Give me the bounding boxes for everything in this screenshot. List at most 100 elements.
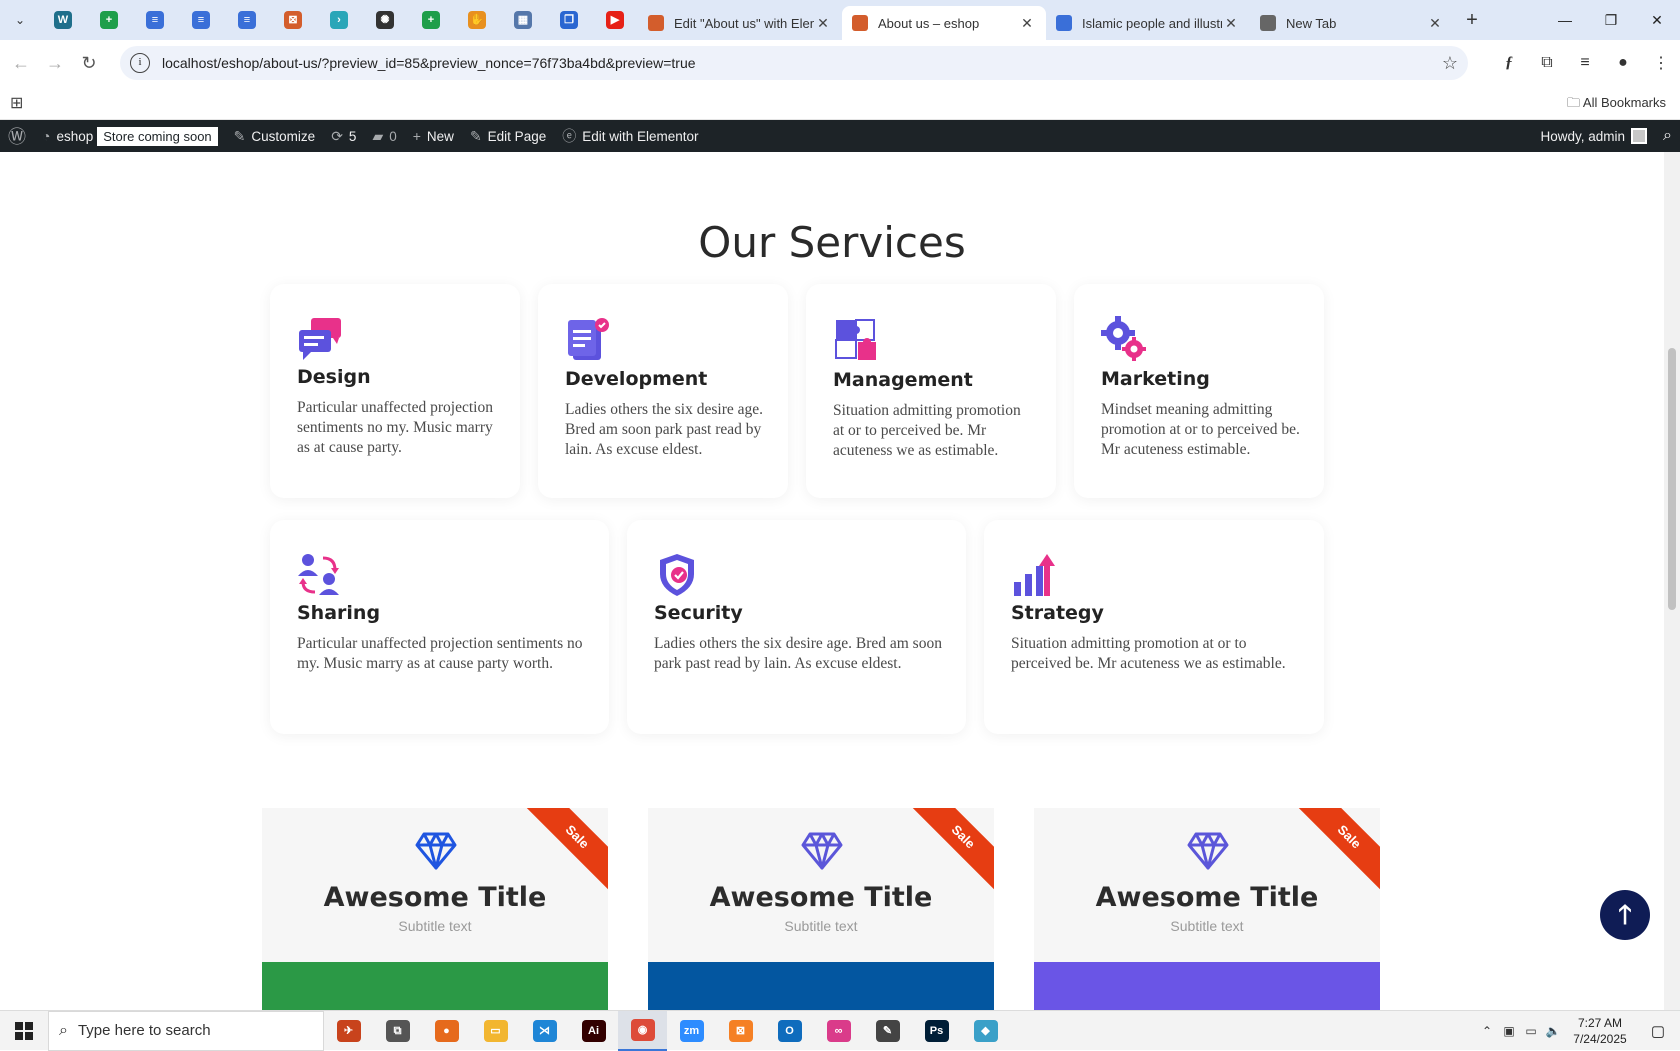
service-description: Particular unaffected projection sentime… [297,399,493,456]
browser-tab[interactable]: Islamic people and illustrations✕ [1046,6,1250,40]
reload-icon[interactable]: ↻ [72,53,106,74]
back-to-top-button[interactable]: 🡑 [1600,890,1650,940]
openai-pin-icon: ✺ [376,11,394,29]
wordpress-logo-icon[interactable]: Ⓦ [0,120,34,152]
pinned-tab[interactable]: W [40,0,86,40]
new-content-link[interactable]: + New [405,120,462,152]
url-bar[interactable]: i localhost/eshop/about-us/?preview_id=8… [120,46,1468,80]
taskbar-search-box[interactable]: ⌕ Type here to search [48,1010,324,1051]
back-icon[interactable]: ← [4,53,38,74]
pricing-card: Sale Awesome Title Subtitle text [1034,808,1380,1010]
folder-icon: 🗀 [1567,95,1581,110]
pinned-tab[interactable]: ≡ [132,0,178,40]
pinned-tab[interactable]: › [316,0,362,40]
taskbar-app[interactable]: ◉ [618,1010,667,1051]
bookmarks-bar: ⊞ 🗀 All Bookmarks [0,86,1680,120]
new-tab-button[interactable]: + [1454,9,1490,32]
pinned-tab[interactable]: + [408,0,454,40]
service-title: Design [297,366,371,388]
taskbar-app[interactable]: ⋊ [520,1011,569,1051]
media-controls-icon[interactable]: ≡ [1566,54,1604,72]
all-bookmarks-label: All Bookmarks [1582,95,1666,110]
pinned-tab[interactable]: ⊠ [270,0,316,40]
updates-icon: ⟳ [331,127,343,144]
volume-icon[interactable]: 🔈 [1542,1024,1564,1038]
pricing-subtitle: Subtitle text [784,918,858,934]
site-name-link[interactable]: ◔ eshop Store coming soon [34,120,226,152]
pinned-tab[interactable]: ≡ [224,0,270,40]
taskbar-app[interactable]: ✈ [324,1011,373,1051]
font-extension-icon[interactable]: ƒ [1490,54,1528,72]
cortana-icon: ✈ [336,1019,361,1042]
taskbar-app[interactable]: ∞ [814,1011,863,1051]
edit-elementor-link[interactable]: ⓔ Edit with Elementor [554,120,706,152]
forward-icon[interactable]: → [38,53,72,74]
pencil-icon: ✎ [469,127,482,144]
taskbar-app[interactable]: ✎ [863,1011,912,1051]
close-tab-icon[interactable]: ✕ [1222,15,1240,32]
url-text[interactable]: localhost/eshop/about-us/?preview_id=85&… [162,55,1442,71]
taskbar-app[interactable]: O [765,1011,814,1051]
account-menu[interactable]: Howdy, admin [1532,120,1655,152]
all-bookmarks-button[interactable]: 🗀 All Bookmarks [1567,94,1666,116]
pinned-tab[interactable]: + [86,0,132,40]
updates-link[interactable]: ⟳ 5 [323,120,364,152]
edit-page-link[interactable]: ✎ Edit Page [462,120,554,152]
taskbar-app[interactable]: ◆ [961,1011,1010,1051]
search-icon[interactable]: ⌕ [1655,120,1680,152]
close-tab-icon[interactable]: ✕ [1426,15,1444,32]
pinned-tab[interactable]: ≡ [178,0,224,40]
elementor-icon: ⓔ [562,128,577,144]
pinned-tab[interactable]: ❐ [546,0,592,40]
docs-pin-icon-2: ≡ [192,11,210,29]
browser-menu-icon[interactable]: ⋮ [1642,53,1680,73]
restore-icon[interactable]: ❐ [1588,0,1634,40]
browser-tab[interactable]: About us – eshop ✕ [842,6,1046,40]
service-card: Management Situation admitting promotion … [806,284,1056,498]
pinned-tab[interactable]: ▦ [500,0,546,40]
taskbar-app[interactable]: ⊠ [716,1011,765,1051]
bookmark-star-icon[interactable]: ☆ [1442,53,1458,74]
browser-tab[interactable]: Edit "About us" with Elementor✕ [638,6,842,40]
taskbar-app[interactable]: zm [667,1011,716,1051]
profile-avatar-icon[interactable]: ● [1604,54,1642,72]
service-title: Marketing [1101,368,1210,390]
extensions-icon[interactable]: ⧉ [1528,54,1566,72]
taskbar-app[interactable]: ⧉ [373,1011,422,1051]
edit-elementor-label: Edit with Elementor [582,128,699,144]
apps-grid-icon[interactable]: ⊞ [10,93,23,113]
taskbar-app[interactable]: ▭ [471,1011,520,1051]
pricing-subtitle: Subtitle text [1170,918,1244,934]
arrow-pin-icon: › [330,11,348,29]
taskbar-app[interactable]: Ai [569,1011,618,1051]
youtube-pin-icon: ▶ [606,11,624,29]
minimize-icon[interactable]: — [1542,0,1588,40]
service-card: Strategy Situation admitting promotion at… [984,520,1324,734]
close-tab-icon[interactable]: ✕ [1018,15,1036,32]
close-tab-icon[interactable]: ✕ [814,15,832,32]
taskbar-search-placeholder: Type here to search [77,1022,211,1039]
firefox-icon: ● [434,1019,459,1042]
page-scrollbar[interactable] [1664,152,1680,1010]
pinned-tab[interactable]: ✺ [362,0,408,40]
chevron-up-icon[interactable]: ⌃ [1476,1024,1498,1038]
taskbar-app[interactable]: Ps [912,1011,961,1051]
notifications-icon[interactable]: ▢ [1636,1022,1680,1040]
window-controls: — ❐ ✕ [1542,0,1680,40]
comments-link[interactable]: ▰ 0 [364,120,404,152]
browser-tab[interactable]: New Tab ✕ [1250,6,1454,40]
site-info-icon[interactable]: i [130,53,150,73]
customize-link[interactable]: ✎ Customize [226,120,324,152]
meet-now-icon[interactable]: ▣ [1498,1024,1520,1038]
network-icon[interactable]: ▭ [1520,1024,1542,1038]
taskbar-app[interactable]: ● [422,1011,471,1051]
pinned-tab[interactable]: ✋ [454,0,500,40]
howdy-text: Howdy, admin [1540,128,1626,144]
pinned-tab[interactable]: ▶ [592,0,638,40]
close-window-icon[interactable]: ✕ [1634,0,1680,40]
elementor-icon [648,15,664,31]
tab-search-icon[interactable]: ⌄ [0,0,40,40]
scrollbar-thumb[interactable] [1668,348,1676,610]
clock[interactable]: 7:27 AM 7/24/2025 [1564,1015,1636,1047]
windows-start-icon[interactable] [0,1011,48,1051]
